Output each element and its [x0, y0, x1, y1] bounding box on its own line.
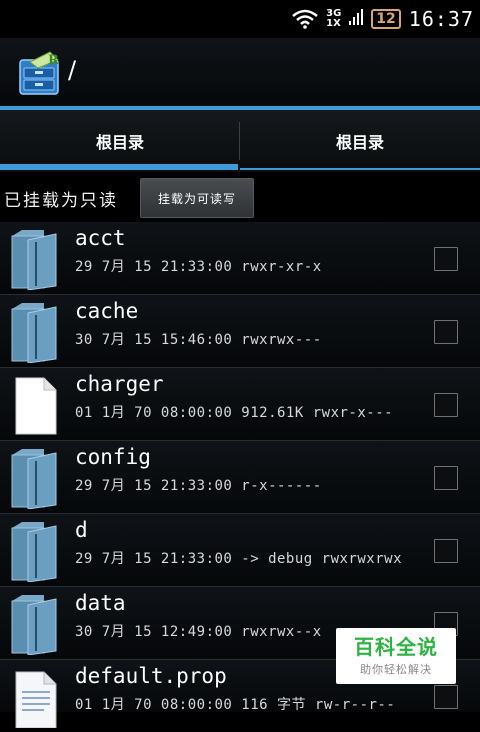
file-meta: 29 7月 15 21:33:00 -> debug rwxrwxrwx: [75, 551, 403, 567]
title-bar: R /: [0, 38, 480, 106]
file-meta: 01 1月 70 08:00:00 116 字节 rw-r--r--: [75, 697, 396, 713]
svg-text:R: R: [48, 53, 59, 68]
file-name: default.prop: [75, 664, 227, 688]
file-name: charger: [75, 372, 164, 396]
folder-icon: [10, 593, 60, 656]
signal-icon: [349, 7, 364, 31]
select-checkbox[interactable]: [434, 539, 458, 563]
select-checkbox[interactable]: [434, 247, 458, 271]
network-1x-label: 1X: [326, 18, 341, 29]
watermark-title: 百科全说: [354, 634, 438, 659]
file-name: cache: [75, 299, 139, 323]
file-icon: [10, 374, 60, 436]
file-name: d: [75, 518, 88, 542]
select-checkbox[interactable]: [434, 466, 458, 490]
folder-icon: [10, 228, 60, 291]
file-meta: 29 7月 15 21:33:00 r-x------: [75, 478, 322, 494]
watermark-subtitle: 助你轻松解决: [360, 662, 432, 676]
folder-icon: [10, 520, 60, 583]
list-item[interactable]: acct 29 7月 15 21:33:00 rwxr-xr-x: [0, 222, 480, 295]
tab-root-right[interactable]: 根目录: [240, 110, 480, 172]
baike-watermark-logo: 百科全说 助你轻松解决: [336, 628, 456, 684]
clock: 16:37: [408, 7, 474, 31]
file-meta: 29 7月 15 21:33:00 rwxr-xr-x: [75, 259, 322, 275]
file-name: data: [75, 591, 126, 615]
file-meta: 01 1月 70 08:00:00 912.61K rwxr-x---: [75, 405, 394, 421]
battery-indicator: 12: [371, 9, 401, 29]
list-item[interactable]: d 29 7月 15 21:33:00 -> debug rwxrwxrwx: [0, 514, 480, 587]
file-meta: 30 7月 15 12:49:00 rwxrwx--x: [75, 624, 322, 640]
file-name: acct: [75, 226, 126, 250]
list-item[interactable]: charger 01 1月 70 08:00:00 912.61K rwxr-x…: [0, 368, 480, 441]
mount-status-label: 已挂载为只读: [4, 191, 118, 211]
network-type-indicator: 3G 1X: [326, 9, 341, 29]
text-file-icon: [10, 666, 60, 729]
status-icons: 3G 1X 12 16:37: [292, 6, 474, 32]
file-meta: 30 7月 15 15:46:00 rwxrwx---: [75, 332, 322, 348]
folder-icon: [10, 301, 60, 364]
mount-read-write-button[interactable]: 挂载为可读写: [140, 178, 254, 218]
file-name: config: [75, 445, 151, 469]
status-bar: 3G 1X 12 16:37: [0, 0, 480, 38]
select-checkbox[interactable]: [434, 685, 458, 709]
wifi-icon: [292, 9, 318, 29]
list-item[interactable]: config 29 7月 15 21:33:00 r-x------: [0, 441, 480, 514]
tab-root-left[interactable]: 根目录: [0, 110, 240, 172]
mount-bar: 已挂载为只读 挂载为可读写: [0, 174, 480, 220]
tab-underline: [240, 168, 480, 170]
select-checkbox[interactable]: [434, 320, 458, 344]
select-checkbox[interactable]: [434, 393, 458, 417]
current-path: /: [68, 56, 77, 84]
folder-icon: [10, 447, 60, 510]
tab-bar: 根目录 根目录: [0, 110, 480, 172]
list-item[interactable]: cache 30 7月 15 15:46:00 rwxrwx---: [0, 295, 480, 368]
root-explorer-logo-icon[interactable]: R: [18, 50, 62, 96]
active-tab-indicator: [0, 164, 238, 170]
